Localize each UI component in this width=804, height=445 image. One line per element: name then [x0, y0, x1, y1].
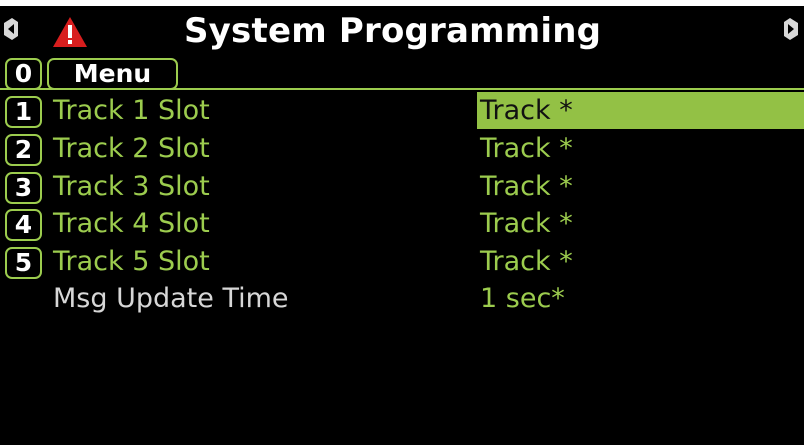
menu-row[interactable]: 0 Menu: [0, 56, 804, 90]
row-label: Track 1 Slot: [53, 95, 210, 126]
right-arrow-icon[interactable]: [784, 17, 804, 41]
row-value-field[interactable]: Track *: [477, 130, 804, 167]
menu-key-badge[interactable]: 0: [5, 58, 42, 90]
row-value: Track *: [480, 171, 573, 202]
row-value: Track *: [480, 133, 573, 164]
device-screen: System Programming 0 Menu 1 Track 1 Slot…: [0, 6, 804, 445]
list-row-track-3-slot[interactable]: 3 Track 3 Slot Track *: [0, 168, 804, 205]
list-row-track-2-slot[interactable]: 2 Track 2 Slot Track *: [0, 130, 804, 167]
row-value-field[interactable]: 1 sec*: [477, 280, 804, 317]
row-label: Track 2 Slot: [53, 133, 210, 164]
row-value: Track *: [480, 95, 573, 126]
row-label: Track 4 Slot: [53, 208, 210, 239]
list-row-msg-update-time[interactable]: Msg Update Time 1 sec*: [0, 280, 804, 317]
list-row-track-5-slot[interactable]: 5 Track 5 Slot Track *: [0, 243, 804, 280]
row-value-field-selected[interactable]: Track *: [477, 92, 804, 129]
row-label: Track 3 Slot: [53, 171, 210, 202]
menu-divider: [0, 88, 804, 90]
left-arrow-icon[interactable]: [2, 17, 18, 41]
list-row-track-1-slot[interactable]: 1 Track 1 Slot Track *: [0, 92, 804, 129]
row-key-badge[interactable]: 1: [5, 96, 42, 128]
row-value: Track *: [480, 208, 573, 239]
list-row-track-4-slot[interactable]: 4 Track 4 Slot Track *: [0, 205, 804, 242]
row-value-field[interactable]: Track *: [477, 243, 804, 280]
row-value-field[interactable]: Track *: [477, 205, 804, 242]
row-value: Track *: [480, 246, 573, 277]
row-value: 1 sec*: [480, 283, 565, 314]
row-key-badge[interactable]: 3: [5, 172, 42, 204]
row-label: Track 5 Slot: [53, 246, 210, 277]
header-bar: System Programming: [0, 6, 804, 58]
warning-icon: [53, 17, 87, 47]
row-key-badge[interactable]: 4: [5, 209, 42, 241]
row-value-field[interactable]: Track *: [477, 168, 804, 205]
page-title: System Programming: [184, 11, 602, 51]
row-key-badge[interactable]: 2: [5, 134, 42, 166]
menu-button[interactable]: Menu: [47, 58, 178, 90]
row-label: Msg Update Time: [53, 283, 289, 314]
row-key-badge[interactable]: 5: [5, 247, 42, 279]
